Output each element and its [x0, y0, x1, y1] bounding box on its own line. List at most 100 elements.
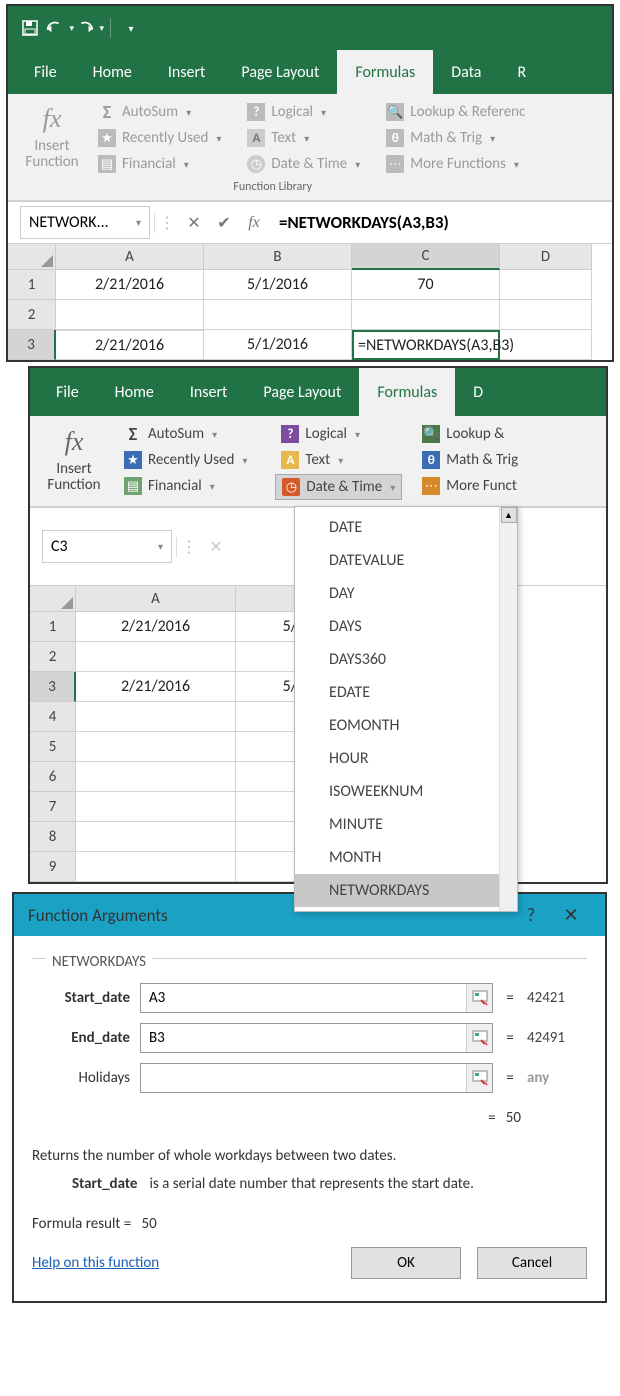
logical-button[interactable]: ?Logical▾ [241, 100, 366, 124]
save-button[interactable] [16, 14, 44, 42]
insert-function-button[interactable]: fx Insert Function [14, 100, 90, 176]
lookup-reference-button[interactable]: 🔍Lookup & [416, 422, 524, 446]
cell-A1[interactable]: 2/21/2016 [56, 270, 204, 300]
tab-file[interactable]: File [38, 368, 97, 416]
column-header-D[interactable]: D [500, 244, 592, 270]
tab-page-layout[interactable]: Page Layout [223, 50, 337, 94]
tab-home[interactable]: Home [97, 368, 172, 416]
cell-A1[interactable]: 2/21/2016 [76, 612, 236, 642]
customize-qat-button[interactable]: ▾ [117, 14, 145, 42]
arg-input-end-date[interactable] [140, 1023, 493, 1053]
range-picker-button[interactable] [466, 984, 492, 1012]
cell-A7[interactable] [76, 792, 236, 822]
menu-item-isoweeknum[interactable]: ISOWEEKNUM [295, 775, 499, 808]
cell-A2[interactable] [56, 300, 204, 330]
select-all-button[interactable] [8, 244, 56, 270]
autosum-button[interactable]: ΣAutoSum▾ [92, 100, 227, 124]
arg-field-start-date[interactable] [141, 984, 466, 1012]
menu-item-datevalue[interactable]: DATEVALUE [295, 544, 499, 577]
text-button[interactable]: AText▾ [241, 126, 366, 150]
lookup-reference-button[interactable]: 🔍Lookup & Referenc [380, 100, 531, 124]
cell-D2[interactable] [500, 300, 592, 330]
row-header-2[interactable]: 2 [30, 642, 76, 672]
dropdown-scrollbar[interactable]: ▲ [499, 507, 517, 911]
menu-item-networkdays[interactable]: NETWORKDAYS [295, 874, 499, 907]
help-link[interactable]: Help on this function [32, 1254, 159, 1272]
name-box[interactable]: NETWORK... ▾ [20, 206, 150, 239]
cell-A6[interactable] [76, 762, 236, 792]
range-picker-button[interactable] [466, 1024, 492, 1052]
text-button[interactable]: AText▾ [275, 448, 402, 472]
arg-input-holidays[interactable] [140, 1063, 493, 1093]
close-button[interactable]: ✕ [551, 904, 591, 926]
menu-item-edate[interactable]: EDATE [295, 676, 499, 709]
recently-used-button[interactable]: ★Recently Used▾ [118, 448, 253, 472]
cell-A3[interactable]: 2/21/2016 [76, 672, 236, 702]
column-header-A[interactable]: A [56, 244, 204, 270]
row-header-6[interactable]: 6 [30, 762, 76, 792]
math-trig-button[interactable]: θMath & Trig▾ [380, 126, 531, 150]
more-functions-button[interactable]: ⋯More Functions▾ [380, 152, 531, 176]
range-picker-button[interactable] [466, 1064, 492, 1092]
cell-C2[interactable] [352, 300, 500, 330]
formula-input[interactable] [269, 206, 612, 239]
financial-button[interactable]: ▤Financial▾ [92, 152, 227, 176]
financial-button[interactable]: ▤Financial▾ [118, 474, 253, 498]
menu-item-days[interactable]: DAYS [295, 610, 499, 643]
more-functions-button[interactable]: ⋯More Funct [416, 474, 524, 498]
menu-item-month[interactable]: MONTH [295, 841, 499, 874]
math-trig-button[interactable]: θMath & Trig [416, 448, 524, 472]
menu-item-hour[interactable]: HOUR [295, 742, 499, 775]
arg-input-start-date[interactable] [140, 983, 493, 1013]
date-time-button[interactable]: ◷Date & Time▾ [241, 152, 366, 176]
select-all-button[interactable] [30, 586, 76, 612]
recently-used-button[interactable]: ★Recently Used▾ [92, 126, 227, 150]
column-header-C[interactable]: C [352, 244, 500, 270]
column-header-B[interactable]: B [204, 244, 352, 270]
logical-button[interactable]: ?Logical▾ [275, 422, 402, 446]
menu-item-days360[interactable]: DAYS360 [295, 643, 499, 676]
row-header-2[interactable]: 2 [8, 300, 56, 330]
column-header-A[interactable]: A [76, 586, 236, 612]
tab-insert[interactable]: Insert [150, 50, 224, 94]
arg-field-holidays[interactable] [141, 1064, 466, 1092]
tab-insert[interactable]: Insert [172, 368, 246, 416]
scroll-up-icon[interactable]: ▲ [501, 507, 517, 523]
insert-function-button[interactable]: fx Insert Function [36, 422, 112, 500]
row-header-9[interactable]: 9 [30, 852, 76, 882]
row-header-5[interactable]: 5 [30, 732, 76, 762]
confirm-edit-button[interactable]: ✔ [209, 208, 239, 238]
tab-r[interactable]: R [499, 50, 528, 94]
tab-home[interactable]: Home [75, 50, 150, 94]
cell-A5[interactable] [76, 732, 236, 762]
row-header-1[interactable]: 1 [8, 270, 56, 300]
cell-C3[interactable]: =NETWORKDAYS(A3,B3) [352, 330, 500, 360]
cell-B3[interactable]: 5/1/2016 [204, 330, 352, 360]
arg-field-end-date[interactable] [141, 1024, 466, 1052]
cell-D1[interactable] [500, 270, 592, 300]
autosum-button[interactable]: ΣAutoSum▾ [118, 422, 253, 446]
row-header-8[interactable]: 8 [30, 822, 76, 852]
spreadsheet-grid[interactable]: A B C D 1 2/21/2016 5/1/2016 70 2 3 2/21… [8, 244, 612, 360]
row-header-4[interactable]: 4 [30, 702, 76, 732]
cancel-edit-button[interactable]: ✕ [179, 208, 209, 238]
row-header-3[interactable]: 3 [30, 672, 76, 702]
cell-B2[interactable] [204, 300, 352, 330]
cell-A4[interactable] [76, 702, 236, 732]
menu-item-date[interactable]: DATE [295, 511, 499, 544]
cell-A9[interactable] [76, 852, 236, 882]
row-header-7[interactable]: 7 [30, 792, 76, 822]
tab-page-layout[interactable]: Page Layout [245, 368, 359, 416]
fx-button[interactable]: fx [239, 208, 269, 238]
ok-button[interactable]: OK [351, 1247, 461, 1279]
cell-A8[interactable] [76, 822, 236, 852]
row-header-1[interactable]: 1 [30, 612, 76, 642]
tab-data-short[interactable]: D [455, 368, 485, 416]
cell-C1[interactable]: 70 [352, 270, 500, 300]
cell-A3[interactable]: 2/21/2016 [56, 330, 204, 360]
tab-formulas[interactable]: Formulas [359, 368, 455, 416]
menu-item-eomonth[interactable]: EOMONTH [295, 709, 499, 742]
undo-button[interactable]: ▾ [46, 14, 74, 42]
menu-item-day[interactable]: DAY [295, 577, 499, 610]
tab-file[interactable]: File [16, 50, 75, 94]
